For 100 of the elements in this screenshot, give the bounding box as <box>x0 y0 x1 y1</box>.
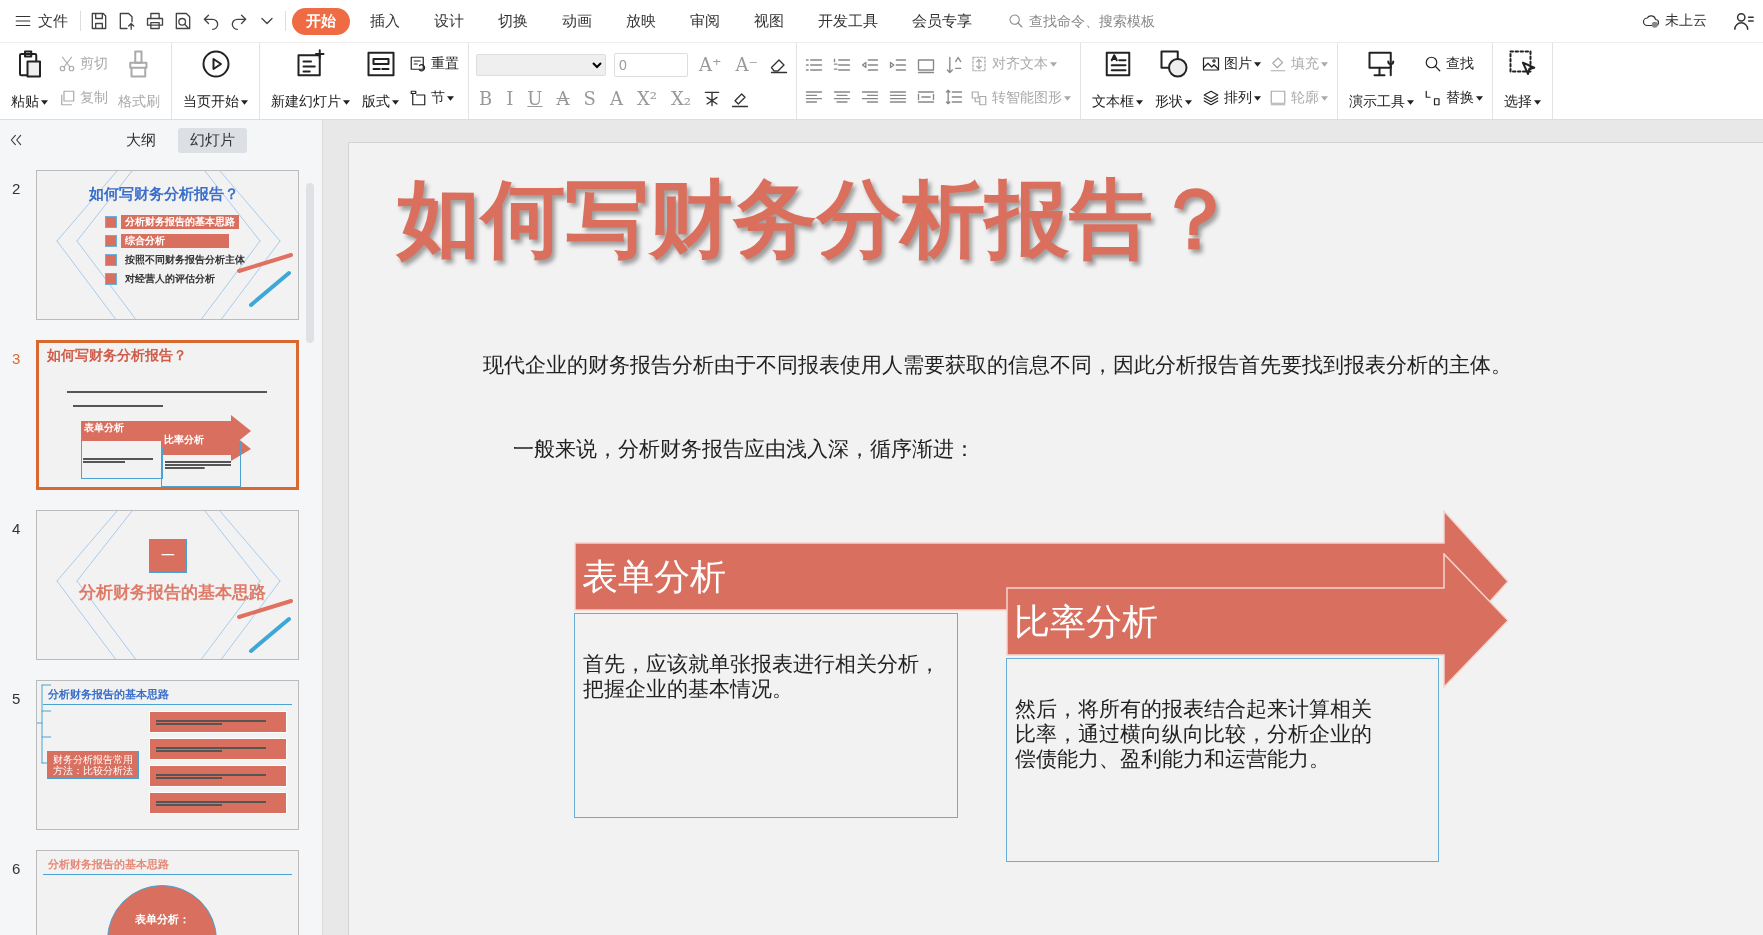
dropdown-caret-icon <box>343 99 350 105</box>
arrow-label: 比率分析 <box>1014 600 1158 644</box>
ribbon-button[interactable]: 当页开始 <box>179 43 252 119</box>
slide-title: 如何写财务分析报告？ <box>397 169 1237 270</box>
cloud-status-button[interactable]: 未上云 <box>1641 12 1707 30</box>
dropdown-caret-icon <box>1185 99 1192 105</box>
ribbon-button[interactable]: 替换 <box>1422 87 1485 109</box>
ribbon-tab[interactable]: 审阅 <box>676 7 734 35</box>
collapse-icon <box>8 132 24 148</box>
ribbon-button[interactable]: 重置 <box>407 53 461 75</box>
ribbon-button[interactable]: 节 <box>407 87 461 109</box>
arrow-label: 表单分析 <box>582 555 726 599</box>
scissors-icon <box>58 55 76 73</box>
dropdown-caret-icon <box>1254 95 1261 101</box>
thumbnail-title: 分析财务报告的基本思路 <box>43 685 292 705</box>
step-text-box: 然后，将所有的报表结合起来计算相关比率，通过横向纵向比较，分析企业的偿债能力、盈利能力和运营能力。 <box>1006 658 1439 862</box>
dropdown-caret-icon <box>1534 99 1541 105</box>
search-icon <box>1424 55 1442 73</box>
agenda-item: 分析财务报告的基本思路 <box>121 215 239 229</box>
cube-icon <box>105 254 117 266</box>
thumbnail-title: 如何写财务分析报告？ <box>89 185 239 204</box>
text-lines-icon <box>165 461 231 469</box>
arrow-label: 比率分析 <box>161 433 237 447</box>
shapes-icon <box>1158 49 1189 79</box>
ribbon-button[interactable]: 图片 <box>1200 53 1263 75</box>
text-lines-icon <box>73 405 163 407</box>
ribbon-tab[interactable]: 设计 <box>420 7 478 35</box>
dropdown-caret-icon <box>1064 95 1071 101</box>
ribbon-button[interactable]: 选择 <box>1500 43 1545 119</box>
layout-icon <box>365 49 396 79</box>
ribbon-button[interactable]: 文本框 <box>1088 43 1147 119</box>
ribbon-button[interactable]: 新建幻灯片 <box>267 43 354 119</box>
copy-icon <box>58 89 76 107</box>
panel-tab[interactable]: 大纲 <box>114 127 168 153</box>
dropdown-caret-icon <box>1136 99 1143 105</box>
slide-paragraph: 一般来说，分析财务报告应由浅入深，循序渐进： <box>513 436 975 463</box>
save-icon <box>89 11 109 31</box>
dropdown-caret-icon <box>1321 61 1328 67</box>
step-text-box: 首先，应该就单张报表进行相关分析，把握企业的基本情况。 <box>574 613 958 818</box>
slide-number: 3 <box>12 349 22 369</box>
redo-icon <box>229 11 249 31</box>
ribbon-tab[interactable]: 开发工具 <box>804 7 892 35</box>
command-search-field[interactable]: 查找命令、搜索模板 <box>1008 12 1201 30</box>
panel-tab[interactable]: 幻灯片 <box>178 127 247 153</box>
print-icon <box>145 11 165 31</box>
cube-badge: 一 <box>149 539 187 573</box>
agenda-item: 对经营人的评估分析 <box>124 272 216 286</box>
slide-thumbnail[interactable]: 如何写财务分析报告？ 表单分析 比率分析 <box>36 340 299 490</box>
ribbon-tab[interactable]: 切换 <box>484 7 542 35</box>
ribbon-button[interactable]: 粘贴 <box>7 43 52 119</box>
text-lines-icon <box>156 719 266 725</box>
dropdown-caret-icon <box>447 95 454 101</box>
circle-label: 表单分析： <box>107 885 217 935</box>
section-icon <box>409 89 427 107</box>
ribbon-button[interactable]: 演示工具 <box>1345 43 1418 119</box>
slide-thumbnail[interactable]: 如何写财务分析报告？ 分析财务报告的基本思路 综合分析 按照不同财务报告分析主体 对经营人的评估分析 <box>36 170 299 320</box>
thumbnail-title: 如何写财务分析报告？ <box>47 347 187 365</box>
outline-icon <box>1269 89 1287 107</box>
cube-icon <box>105 273 117 285</box>
slide-thumbnail[interactable]: 分析财务报告的基本思路 财务分析报告常用方法：比较分析法 <box>36 680 299 830</box>
undo-icon <box>201 11 221 31</box>
dropdown-caret-icon <box>1050 61 1057 67</box>
play-icon <box>200 49 231 79</box>
slide-number: 2 <box>12 179 22 199</box>
ribbon-tab[interactable]: 插入 <box>356 7 414 35</box>
dropdown-caret-icon <box>1476 95 1483 101</box>
monitor-tool-icon <box>1366 49 1397 79</box>
ribbon-tab[interactable]: 会员专享 <box>898 7 986 35</box>
dropdown-caret-icon <box>1407 99 1414 105</box>
user-icon <box>1733 10 1755 32</box>
ribbon-tab[interactable]: 放映 <box>612 7 670 35</box>
replace-icon <box>1424 89 1442 107</box>
text-lines-icon <box>83 458 153 463</box>
slide-paragraph: 现代企业的财务报告分析由于不同报表使用人需要获取的信息不同，因此分析报告首先要找到报表分析的主体。 <box>483 352 1512 379</box>
ribbon-tab[interactable]: 视图 <box>740 7 798 35</box>
text-lines-icon <box>67 391 267 393</box>
dropdown-caret-icon <box>241 99 248 105</box>
thumbnail-title: 分析财务报告的基本思路 <box>43 855 292 875</box>
ribbon-button[interactable]: 排列 <box>1200 87 1263 109</box>
text-lines-icon <box>156 800 266 806</box>
font-name-field[interactable] <box>476 53 606 76</box>
layers-icon <box>1202 89 1220 107</box>
ribbon-tab[interactable]: 动画 <box>548 7 606 35</box>
cube-icon <box>105 235 117 247</box>
cube-icon <box>105 216 117 228</box>
smart-graphic-icon <box>970 89 988 107</box>
search-icon <box>1008 13 1024 29</box>
file-menu[interactable]: 文件 <box>8 7 74 35</box>
ribbon-button[interactable]: 形状 <box>1151 43 1196 119</box>
slide-number: 6 <box>12 859 22 879</box>
dropdown-caret-icon <box>41 99 48 105</box>
thumbnail-title: 分析财务报告的基本思路 <box>79 582 266 604</box>
ribbon-button[interactable]: 版式 <box>358 43 403 119</box>
ribbon-button[interactable]: 查找 <box>1422 53 1485 75</box>
text-lines-icon <box>156 746 266 752</box>
new-slide-icon <box>295 49 326 79</box>
paragraph-tool-icon <box>944 55 964 75</box>
slide-number: 5 <box>12 689 22 709</box>
dropdown-caret-icon <box>1254 61 1261 67</box>
slide-number: 4 <box>12 519 22 539</box>
